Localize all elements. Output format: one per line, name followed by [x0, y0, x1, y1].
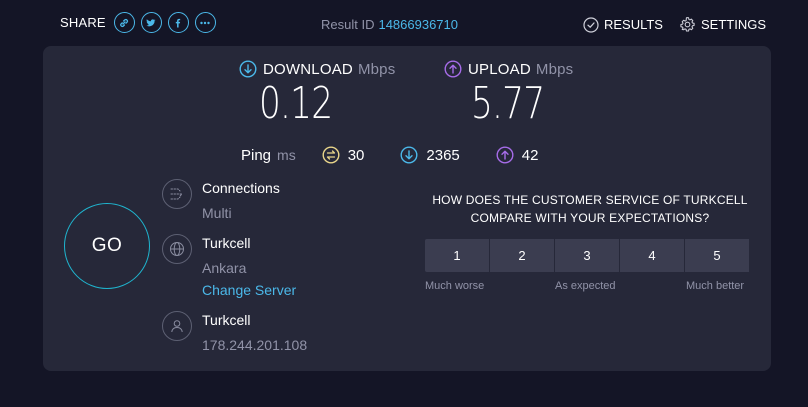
survey-question: HOW DOES THE CUSTOMER SERVICE OF TURKCEL…: [425, 191, 755, 227]
ping-label: Ping: [241, 146, 272, 164]
go-button[interactable]: GO: [64, 203, 150, 289]
upload-metric: UPLOAD Mbps 5.77: [444, 60, 573, 128]
change-server-link[interactable]: Change Server: [202, 282, 296, 298]
share-facebook-button[interactable]: [167, 12, 189, 33]
upload-value: 5.77: [471, 78, 545, 129]
ping-download-value: 2365: [426, 146, 460, 164]
ping-download: 2365: [400, 146, 460, 164]
share-more-button[interactable]: [194, 12, 216, 33]
result-id-value[interactable]: 14866936710: [378, 17, 458, 32]
download-unit: Mbps: [357, 60, 396, 78]
rating-option-1[interactable]: 1: [425, 239, 489, 272]
top-nav: RESULTS SETTINGS: [583, 16, 766, 33]
rating-option-5[interactable]: 5: [685, 239, 749, 272]
connections-icon: [162, 179, 192, 209]
results-label: RESULTS: [603, 17, 663, 32]
gear-icon: [680, 17, 695, 32]
provider-ip: 178.244.201.108: [202, 337, 308, 353]
speedtest-card: DOWNLOAD Mbps 0.12 UPLOAD Mbps 5.77 Ping…: [43, 46, 771, 371]
upload-arrow-icon: [496, 146, 514, 164]
provider-name: Turkcell: [202, 312, 251, 328]
results-button[interactable]: RESULTS: [583, 16, 663, 33]
more-icon: [200, 21, 210, 24]
twitter-icon: [146, 18, 156, 26]
share-label: SHARE: [60, 15, 106, 30]
download-label: DOWNLOAD: [263, 60, 353, 78]
ping-idle-icon: [322, 146, 340, 164]
download-arrow-icon: [239, 60, 257, 78]
settings-button[interactable]: SETTINGS: [679, 16, 766, 33]
rating-label-low: Much worse: [425, 280, 485, 292]
link-icon: [120, 18, 129, 27]
ping-upload: 42: [496, 146, 539, 164]
upload-label: UPLOAD: [468, 60, 531, 78]
rating-label-high: Much better: [686, 280, 745, 292]
connections-info: Connections Multi: [162, 179, 280, 221]
share-bar: SHARE: [60, 12, 222, 33]
result-id-label: Result ID: [321, 17, 375, 32]
settings-label: SETTINGS: [700, 17, 766, 32]
ping-idle: 30: [322, 146, 365, 164]
rating-option-3[interactable]: 3: [555, 239, 619, 272]
share-link-button[interactable]: [113, 12, 135, 33]
ping-upload-value: 42: [521, 146, 539, 164]
download-metric: DOWNLOAD Mbps 0.12: [239, 60, 395, 128]
provider-info: Turkcell 178.244.201.108: [162, 311, 307, 353]
connections-value: Multi: [202, 205, 232, 221]
share-twitter-button[interactable]: [140, 12, 162, 33]
connections-title: Connections: [202, 180, 280, 196]
ping-row: Ping ms 30 2365 42: [241, 146, 574, 164]
user-icon: [162, 311, 192, 341]
server-info: Turkcell Ankara Change Server: [162, 234, 296, 298]
upload-arrow-icon: [444, 60, 462, 78]
ping-idle-value: 30: [347, 146, 365, 164]
survey-question-line2: COMPARE WITH YOUR EXPECTATIONS?: [470, 211, 710, 225]
result-id: Result ID 14866936710: [321, 17, 458, 32]
server-location: Ankara: [202, 260, 247, 276]
rating-option-4[interactable]: 4: [620, 239, 684, 272]
facebook-icon: [176, 18, 181, 27]
rating-scale: 1 2 3 4 5: [425, 239, 749, 272]
download-arrow-icon: [400, 146, 418, 164]
ping-unit: ms: [277, 147, 296, 163]
upload-unit: Mbps: [535, 60, 574, 78]
server-name: Turkcell: [202, 235, 251, 251]
globe-icon: [162, 234, 192, 264]
rating-option-2[interactable]: 2: [490, 239, 554, 272]
rating-label-mid: As expected: [555, 280, 616, 292]
download-value: 0.12: [259, 78, 333, 129]
survey-question-line1: HOW DOES THE CUSTOMER SERVICE OF TURKCEL…: [432, 193, 748, 207]
check-circle-icon: [583, 16, 599, 33]
